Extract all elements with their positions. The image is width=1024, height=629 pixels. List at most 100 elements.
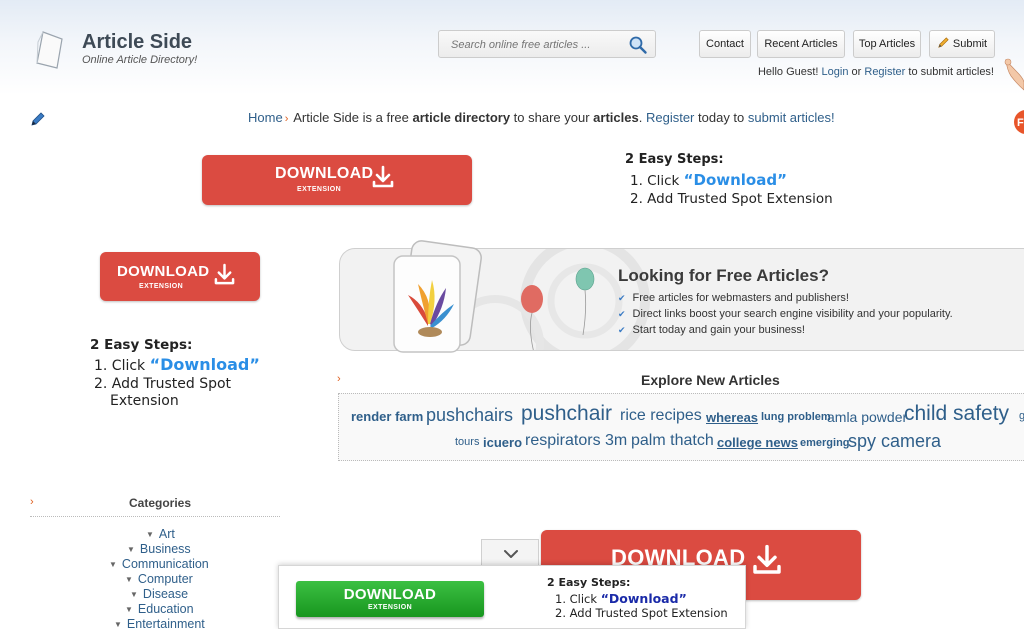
step-2: 2. Add Trusted Spot	[94, 375, 232, 392]
download-icon	[372, 165, 394, 188]
banner-item-text: Start today and gain your business!	[632, 324, 805, 336]
steps-list: 1. Click “Download” 2. Add Trusted Spot …	[630, 171, 833, 208]
svg-text:F: F	[1017, 117, 1024, 129]
categories-title: Categories	[129, 496, 192, 510]
tag-link[interactable]: college news	[717, 435, 798, 450]
nav-recent-articles-button[interactable]: Recent Articles	[757, 30, 845, 58]
tag-link[interactable]: pushchair	[521, 402, 612, 426]
search-icon[interactable]	[628, 35, 648, 55]
chevron-down-icon: ▼	[146, 530, 154, 539]
breadcrumb-period: .	[638, 110, 643, 125]
edit-pencil-icon[interactable]	[30, 111, 48, 127]
category-item-communication[interactable]: ▼ Communication	[109, 557, 209, 571]
site-title[interactable]: Article Side	[82, 31, 192, 54]
download-button-top[interactable]: DOWNLOAD EXTENSION	[202, 155, 472, 205]
breadcrumb-submit-link[interactable]: submit articles!	[748, 110, 835, 125]
category-label: Entertainment	[126, 617, 205, 629]
tag-link[interactable]: icuero	[483, 435, 522, 450]
download-button-green[interactable]: DOWNLOAD EXTENSION	[296, 581, 484, 617]
breadcrumb-home-link[interactable]: Home	[248, 110, 283, 125]
breadcrumb-text: Article Side is a free	[293, 110, 409, 125]
chevron-down-icon: ▼	[127, 545, 135, 554]
tag-link[interactable]: rice recipes	[620, 407, 702, 425]
breadcrumb-separator: ›	[284, 113, 289, 125]
banner-item-text: Direct links boost your search engine vi…	[632, 308, 953, 320]
chevron-down-icon: ▼	[109, 560, 117, 569]
tag-link[interactable]: emerging	[800, 437, 850, 449]
section-arrow-icon: ›	[30, 496, 34, 508]
category-item-computer[interactable]: ▼ Computer	[125, 572, 193, 586]
banner-item: ✔ Direct links boost your search engine v…	[618, 308, 953, 320]
breadcrumb-register-link[interactable]: Register	[646, 110, 694, 125]
download-label: DOWNLOAD	[117, 263, 210, 280]
tag-link[interactable]: g	[1019, 410, 1024, 422]
step-1: 1. Click “Download”	[555, 591, 728, 607]
greeting-or: or	[851, 66, 862, 78]
tag-link[interactable]: respirators	[525, 432, 601, 450]
breadcrumb: Home › Article Side is a free article dir…	[248, 110, 835, 125]
login-link[interactable]: Login	[822, 66, 849, 78]
download-label: DOWNLOAD	[275, 165, 374, 182]
breadcrumb-bold-articles: articles	[593, 110, 639, 125]
tag-link[interactable]: render farm	[351, 409, 423, 424]
step-1-download-link[interactable]: “Download”	[684, 171, 787, 189]
paper-logo-icon[interactable]	[34, 30, 66, 70]
nav-contact-button[interactable]: Contact	[699, 30, 751, 58]
step-2-continued: Extension	[110, 393, 179, 409]
tag-link[interactable]: whereas	[706, 410, 758, 425]
tag-link[interactable]: amla powder	[827, 409, 907, 425]
banner-item: ✔ Free articles for webmasters and publis…	[618, 292, 849, 304]
steps-title: 2 Easy Steps:	[90, 337, 193, 353]
category-item-entertainment[interactable]: ▼ Entertainment	[114, 617, 205, 629]
step-1-download-link[interactable]: “Download”	[150, 355, 260, 374]
chevron-down-icon: ▼	[125, 575, 133, 584]
category-label: Computer	[137, 572, 193, 586]
chevron-down-icon: ▼	[125, 605, 133, 614]
download-label: DOWNLOAD	[343, 586, 437, 603]
tag-link[interactable]: tours	[455, 436, 479, 448]
category-label: Business	[139, 542, 191, 556]
category-item-art[interactable]: ▼ Art	[146, 527, 175, 541]
download-icon	[214, 263, 235, 285]
tag-link[interactable]: spy camera	[848, 431, 941, 452]
tag-cloud: render farm pushchairs pushchair rice re…	[338, 393, 1024, 461]
category-item-education[interactable]: ▼ Education	[125, 602, 194, 616]
check-icon: ✔	[618, 293, 626, 303]
steps-list: 1. Click “Download” 2. Add Trusted Spot …	[94, 356, 260, 411]
banner-item: ✔ Start today and gain your business!	[618, 324, 805, 336]
step-1-download-link[interactable]: “Download”	[601, 591, 687, 606]
steps-title: 2 Easy Steps:	[547, 576, 631, 589]
steps-list: 1. Click “Download” 2. Add Trusted Spot …	[555, 591, 728, 621]
category-label: Education	[137, 602, 194, 616]
step-2: 2. Add Trusted Spot Extension	[555, 606, 728, 620]
step-1: 1. Click “Download”	[630, 171, 833, 190]
extension-label: EXTENSION	[139, 283, 184, 290]
chevron-down-icon: ▼	[114, 620, 122, 629]
nav-top-articles-button[interactable]: Top Articles	[853, 30, 921, 58]
extension-label: EXTENSION	[367, 604, 413, 611]
site-tagline: Online Article Directory!	[82, 54, 198, 66]
nav-submit-button[interactable]: Submit	[929, 30, 995, 58]
banner-title: Looking for Free Articles?	[618, 266, 829, 285]
search-input[interactable]	[451, 36, 621, 53]
tag-link[interactable]: palm thatch	[631, 432, 714, 450]
tag-link[interactable]: pushchairs	[426, 405, 513, 426]
mascot-icon: F	[1004, 58, 1024, 134]
category-label: Communication	[121, 557, 209, 571]
download-button-left[interactable]: DOWNLOAD EXTENSION	[100, 252, 260, 301]
tag-link[interactable]: child safety	[904, 402, 1009, 426]
paper-flower-icon	[393, 240, 482, 353]
chevron-down-icon	[504, 550, 518, 558]
category-item-business[interactable]: ▼ Business	[127, 542, 191, 556]
tag-link[interactable]: 3m	[605, 432, 627, 450]
breadcrumb-text: to share your	[513, 110, 590, 125]
explore-title: Explore New Articles	[641, 372, 780, 388]
category-item-disease[interactable]: ▼ Disease	[130, 587, 188, 601]
green-balloon-icon	[575, 267, 595, 335]
register-link[interactable]: Register	[864, 66, 905, 78]
tag-link[interactable]: lung problem	[761, 411, 831, 423]
step-1-text: 1. Click	[630, 173, 680, 189]
step-1: 1. Click “Download”	[94, 356, 260, 376]
step-2: 2. Add Trusted Spot Extension	[630, 191, 833, 207]
categories-divider	[30, 516, 280, 517]
